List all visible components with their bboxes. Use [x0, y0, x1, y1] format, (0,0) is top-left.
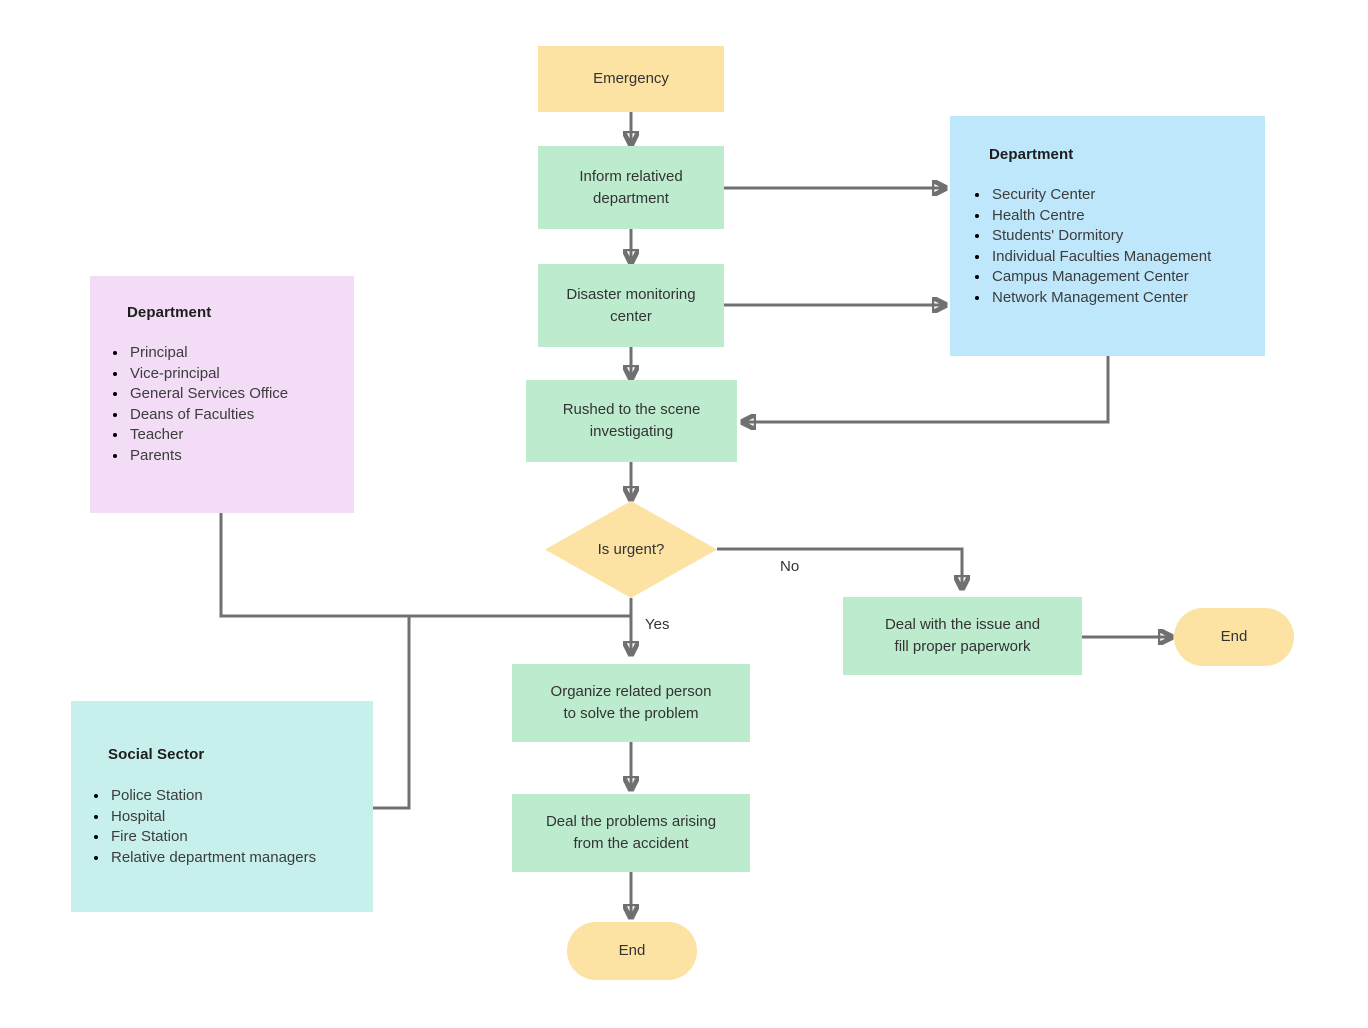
list-item: General Services Office	[128, 384, 288, 405]
edge-label-no: No	[780, 558, 800, 575]
list-item: Vice-principal	[128, 364, 288, 385]
panel-department-blue-title: Department	[989, 146, 1074, 163]
list-item: Parents	[128, 446, 288, 467]
panel-social-sector-list: Police Station Hospital Fire Station Rel…	[89, 786, 316, 868]
node-emergency[interactable]: Emergency	[538, 46, 724, 112]
list-item: Health Centre	[990, 206, 1211, 227]
edge-label-yes: Yes	[645, 616, 670, 633]
node-disaster-monitoring-center[interactable]: Disaster monitoring center	[538, 264, 724, 347]
edge-department-blue-to-rushed	[742, 356, 1110, 422]
panel-department-pink[interactable]: Department Principal Vice-principal Gene…	[90, 276, 354, 513]
list-item: Individual Faculties Management	[990, 247, 1211, 268]
node-is-urgent-decision[interactable]: Is urgent?	[545, 501, 717, 598]
node-rushed-to-the-scene[interactable]: Rushed to the scene investigating	[526, 380, 737, 462]
node-end-bottom[interactable]: End	[567, 922, 697, 980]
node-deal-with-issue-paperwork[interactable]: Deal with the issue and fill proper pape…	[843, 597, 1082, 675]
panel-department-blue-list: Security Center Health Centre Students' …	[970, 185, 1211, 308]
node-organize-related-person[interactable]: Organize related person to solve the pro…	[512, 664, 750, 742]
panel-social-sector-title: Social Sector	[108, 746, 205, 763]
panel-department-blue[interactable]: Department Security Center Health Centre…	[950, 116, 1265, 356]
panel-department-pink-title: Department	[127, 304, 212, 321]
panel-social-sector[interactable]: Social Sector Police Station Hospital Fi…	[71, 701, 373, 912]
list-item: Campus Management Center	[990, 267, 1211, 288]
list-item: Deans of Faculties	[128, 405, 288, 426]
decision-label: Is urgent?	[597, 541, 665, 558]
list-item: Security Center	[990, 185, 1211, 206]
list-item: Network Management Center	[990, 288, 1211, 309]
node-inform-relatived-department[interactable]: Inform relatived department	[538, 146, 724, 229]
list-item: Relative department managers	[109, 848, 316, 869]
node-deal-problems-accident[interactable]: Deal the problems arising from the accid…	[512, 794, 750, 872]
node-end-right[interactable]: End	[1174, 608, 1294, 666]
edge-decision-no-to-deal-paperwork	[717, 547, 962, 589]
list-item: Teacher	[128, 425, 288, 446]
list-item: Principal	[128, 343, 288, 364]
list-item: Hospital	[109, 807, 316, 828]
list-item: Fire Station	[109, 827, 316, 848]
flowchart-canvas: Deal with the issue --> Organize related…	[0, 0, 1368, 1028]
list-item: Students' Dormitory	[990, 226, 1211, 247]
panel-department-pink-list: Principal Vice-principal General Service…	[108, 343, 288, 466]
list-item: Police Station	[109, 786, 316, 807]
